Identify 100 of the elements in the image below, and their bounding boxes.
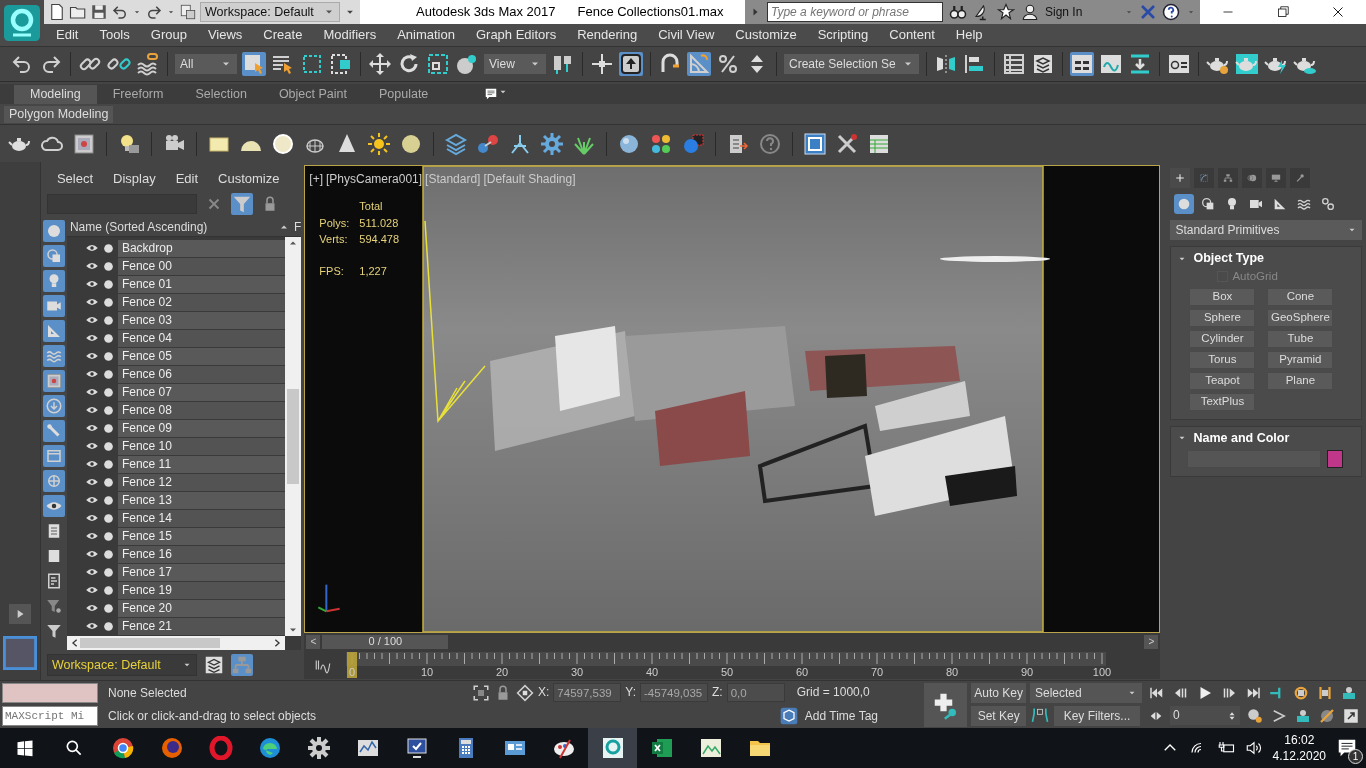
object-name[interactable]: Fence 03 [117,311,286,329]
frame-number: 50 [721,666,734,678]
menu-item[interactable]: Select [56,171,94,187]
object-name[interactable]: Backdrop [117,239,286,257]
coordinate-field[interactable]: 74597,539 [553,683,622,702]
column-header[interactable]: Name (Sorted Ascending) [69,219,208,235]
viewport-label[interactable]: [+] [309,172,323,187]
menu-item[interactable]: Civil View [658,27,715,43]
object-name[interactable]: Fence 17 [117,563,286,581]
coordinate-field[interactable]: -45749,035 [640,683,709,702]
stats-label: Verts: [319,232,349,246]
previous-frame-button[interactable]: < [306,635,321,649]
ribbon-tab[interactable]: Freeform [96,85,180,104]
object-name[interactable]: Fence 11 [117,455,286,473]
rollout-title[interactable]: Object Type [1193,251,1265,266]
primitive-button[interactable]: Torus [1189,350,1256,369]
menu-item[interactable]: Scripting [817,27,869,43]
ribbon-tab[interactable]: Object Paint [262,85,363,104]
menu-item[interactable]: Views [207,27,243,43]
menu-item[interactable]: Edit [56,27,79,43]
object-name[interactable]: Fence 14 [117,509,286,527]
column-header[interactable]: F [294,219,302,235]
viewport-label[interactable]: [Standard] [425,172,481,187]
menu-item[interactable]: Graph Editors [475,27,557,43]
toolbar-dropdown[interactable]: View [484,54,546,74]
object-name[interactable]: Fence 13 [117,491,286,509]
menu-item[interactable]: Help [955,27,983,43]
menu-item[interactable]: Tools [99,27,130,43]
menu-item[interactable]: Display [113,171,156,187]
menu-item[interactable]: Edit [175,171,199,187]
menu-item[interactable]: Content [889,27,935,43]
key-mode-dropdown[interactable]: Selected [1030,683,1142,703]
object-name[interactable]: Fence 10 [117,437,286,455]
object-name[interactable]: Fence 00 [117,257,286,275]
object-name[interactable]: Fence 07 [117,383,286,401]
primitive-button[interactable]: Plane [1267,371,1334,390]
object-name[interactable]: Fence 04 [117,329,286,347]
clock-time[interactable]: 16:02 [1284,732,1315,747]
stats-header: Total [359,200,384,214]
stats-label: Polys: [319,216,351,230]
frame-field[interactable]: 0 [1170,706,1240,725]
viewport-label[interactable]: [PhysCamera001] [326,172,423,187]
coordinate-label: X: [538,685,550,700]
search-field[interactable]: Type a keyword or phrase [767,2,943,22]
primitive-button[interactable]: Cone [1267,287,1334,306]
primitive-button[interactable]: Cylinder [1189,329,1256,348]
workspace-dropdown[interactable]: Workspace: Default [200,2,340,22]
object-name[interactable]: Fence 08 [117,401,286,419]
object-name[interactable]: Fence 05 [117,347,286,365]
primitive-button[interactable]: Box [1189,287,1256,306]
checkbox-label: AutoGrid [1232,270,1278,284]
selection-status: None Selected [108,685,188,700]
grid-size: Grid = 1000,0 [796,685,870,700]
object-name[interactable]: Fence 16 [117,545,286,563]
next-frame-button[interactable]: > [1144,635,1159,649]
object-name[interactable]: Fence 20 [117,599,286,617]
toolbar-dropdown[interactable]: Create Selection Se [784,54,919,74]
object-name[interactable]: Fence 09 [117,419,286,437]
menu-item[interactable]: Group [150,27,187,43]
object-name[interactable]: Fence 02 [117,293,286,311]
add-time-tag-label[interactable]: Add Time Tag [804,708,878,724]
menu-item[interactable]: Customize [735,27,797,43]
category-dropdown[interactable]: Standard Primitives [1170,220,1362,240]
viewport-label[interactable]: [Default Shading] [483,172,576,187]
workspace-dropdown[interactable]: Workspace: Default [46,654,197,676]
prompt-text: Click or click-and-drag to select objects [108,709,318,724]
object-name[interactable]: Fence 01 [117,275,286,293]
object-name[interactable]: Fence 19 [117,581,286,599]
script-field[interactable]: MAXScript Mi [2,705,98,726]
object-name[interactable]: Fence 15 [117,527,286,545]
object-name[interactable]: Fence 12 [117,473,286,491]
primitive-button[interactable]: TextPlus [1189,392,1256,411]
frame-number: 0 [349,666,356,678]
sign-in-link[interactable]: Sign In [1045,4,1083,20]
primitive-button[interactable]: Sphere [1189,308,1256,327]
ribbon-tab[interactable]: Selection [179,85,263,104]
stats-value: 1,227 [359,264,388,279]
menu-item[interactable]: Create [263,27,303,43]
rollout-title[interactable]: Name and Color [1193,430,1290,446]
auto-key-button[interactable]: Auto Key [971,683,1026,703]
key-filters-button[interactable]: Key Filters... [1054,706,1140,726]
primitive-button[interactable]: Tube [1267,329,1334,348]
menu-item[interactable]: Animation [397,27,455,43]
ribbon-tab[interactable]: Populate [362,85,445,104]
menu-item[interactable]: Rendering [577,27,638,43]
primitive-button[interactable]: Teapot [1189,371,1256,390]
frame-number: 20 [496,666,509,678]
set-key-button[interactable]: Set Key [971,706,1026,726]
menu-item[interactable]: Modifiers [323,27,377,43]
primitive-button[interactable]: Pyramid [1267,350,1334,369]
ribbon-tab[interactable]: Modeling [14,85,97,104]
object-name[interactable]: Fence 06 [117,365,286,383]
time-slider-thumb[interactable]: 0 / 100 [322,635,449,649]
primitive-button[interactable]: GeoSphere [1267,308,1334,327]
ribbon-panel-label[interactable]: Polygon Modeling [4,105,114,123]
toolbar-dropdown[interactable]: All [175,54,237,74]
coordinate-field[interactable]: 0,0 [726,683,785,702]
menu-item[interactable]: Customize [218,171,280,187]
clock-date[interactable]: 4.12.2020 [1272,749,1326,764]
object-name[interactable]: Fence 21 [117,617,286,635]
